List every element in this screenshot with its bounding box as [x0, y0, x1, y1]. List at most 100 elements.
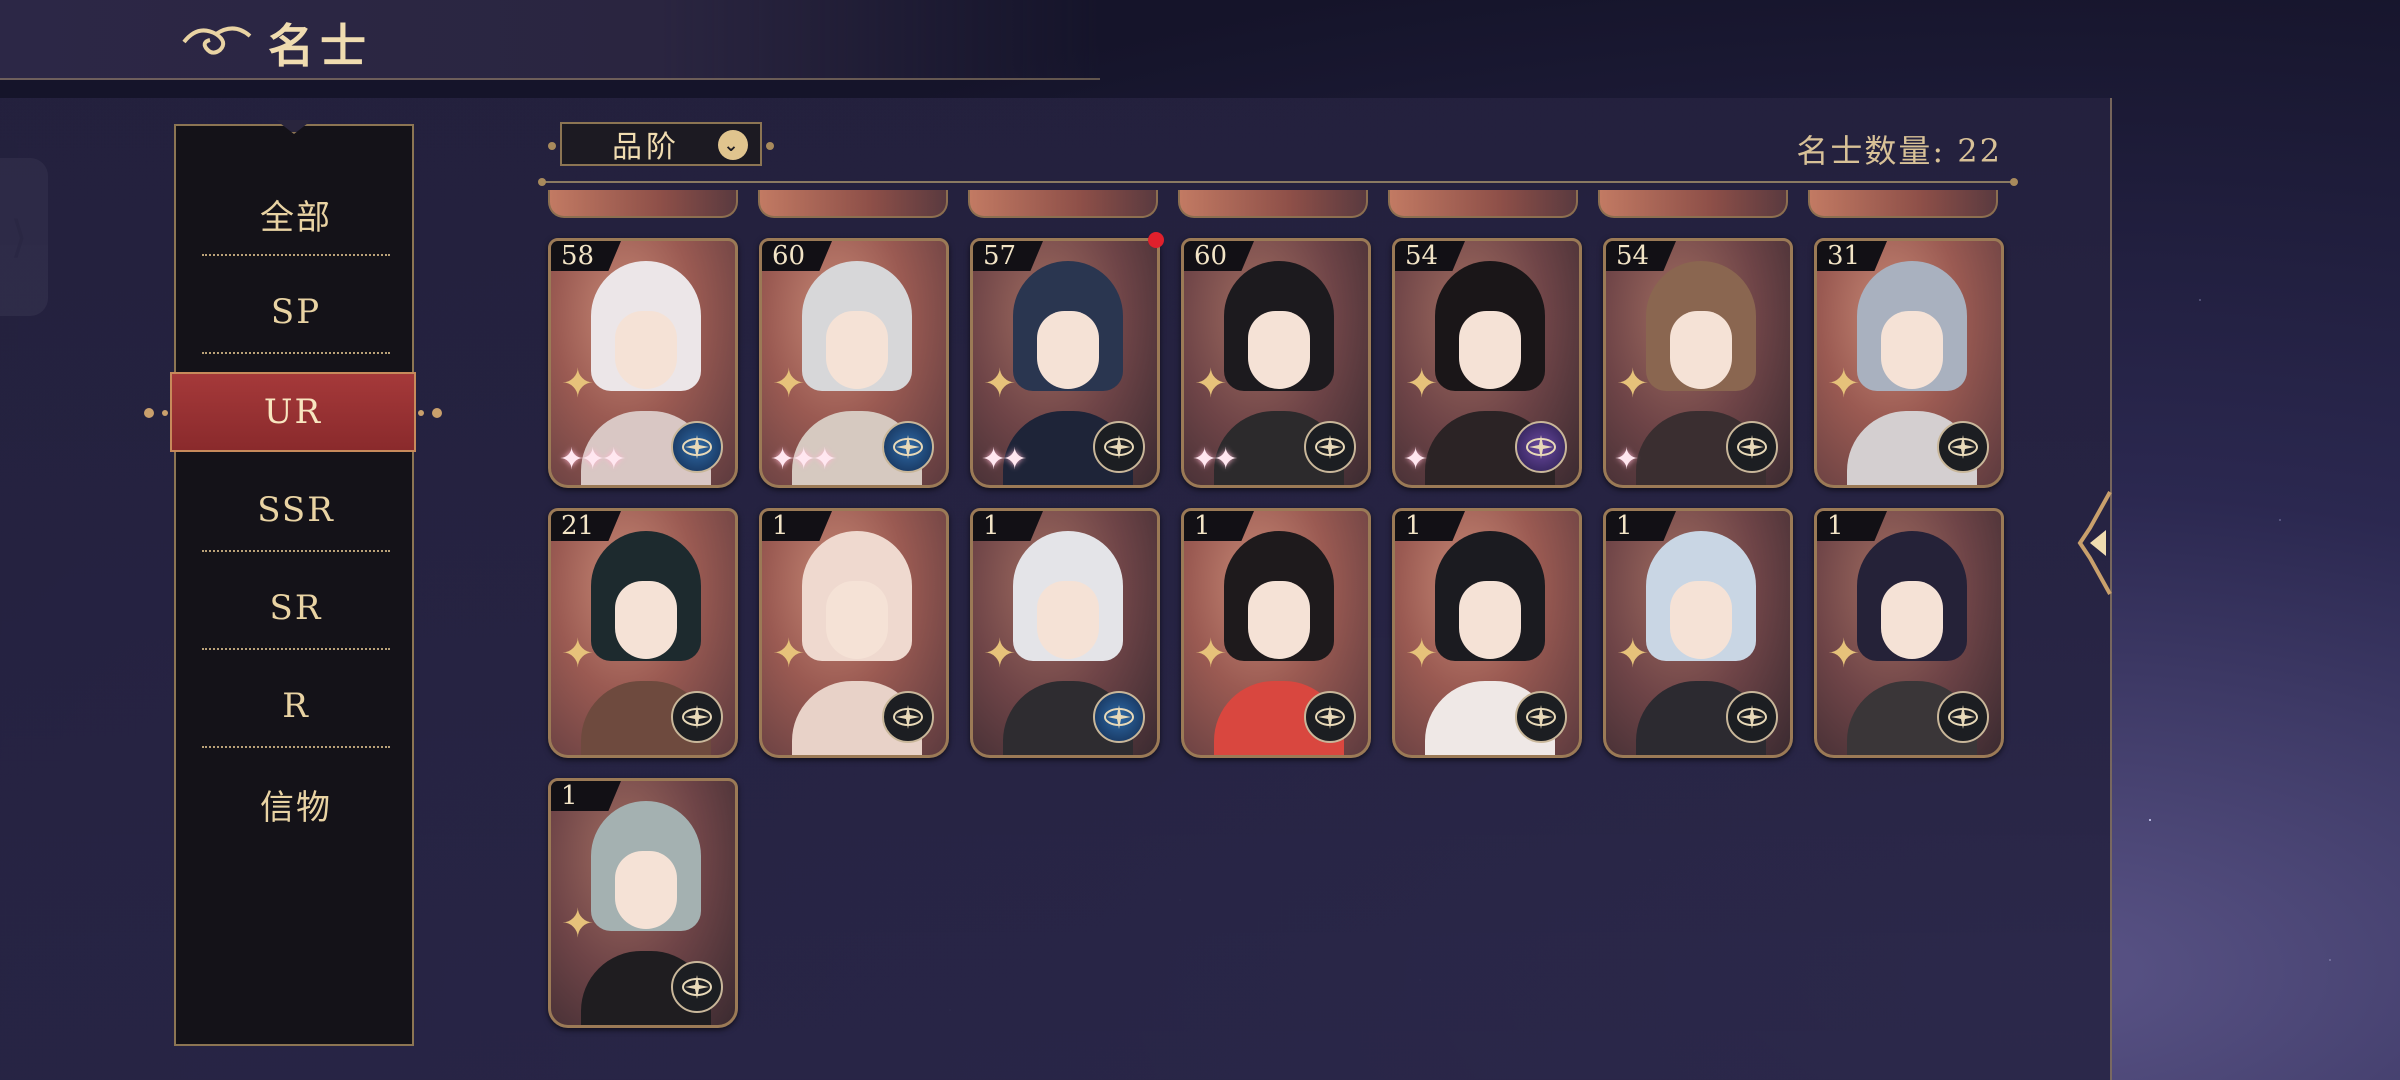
ornament-left	[548, 142, 556, 150]
sidebar-item-label: UR	[263, 392, 323, 432]
element-badge-icon	[1515, 421, 1567, 473]
portrait-face	[1881, 581, 1943, 659]
sidebar-item-all[interactable]: 全部	[176, 174, 416, 254]
portrait-face	[1459, 581, 1521, 659]
character-card-partial[interactable]	[1808, 190, 1998, 218]
sparkle-icon: ✦	[983, 631, 1017, 677]
portrait-face	[826, 581, 888, 659]
character-card[interactable]: ✦ 1	[1181, 508, 1371, 758]
awaken-stars: ✦✦	[981, 442, 1027, 477]
awaken-stars: ✦✦✦	[559, 442, 626, 477]
character-card[interactable]: ✦ 1	[1603, 508, 1793, 758]
character-card[interactable]: ✦ ✦✦ 60	[1181, 238, 1371, 488]
sparkle-icon: ✦	[561, 631, 595, 677]
element-badge-icon	[1304, 691, 1356, 743]
character-card[interactable]: ✦ 1	[1392, 508, 1582, 758]
character-card[interactable]: ✦ 1	[548, 778, 738, 1028]
divider	[202, 550, 390, 552]
element-badge-icon	[671, 421, 723, 473]
sparkle-icon: ✦	[1616, 361, 1650, 407]
portrait-face	[1670, 581, 1732, 659]
character-card[interactable]: ✦ ✦ 54	[1392, 238, 1582, 488]
portrait-face	[1881, 311, 1943, 389]
divider	[538, 178, 2018, 186]
ornament-right	[402, 408, 442, 418]
cloud-swirl-icon	[176, 14, 256, 64]
divider	[202, 746, 390, 748]
element-badge-icon	[1937, 421, 1989, 473]
sparkle-icon: ✦	[1194, 631, 1228, 677]
divider	[202, 352, 390, 354]
portrait-face	[615, 851, 677, 929]
sidebar-item-sr[interactable]: SR	[176, 568, 416, 648]
awaken-stars: ✦	[1614, 442, 1639, 477]
character-card[interactable]: ✦ 31	[1814, 238, 2004, 488]
portrait-face	[1037, 311, 1099, 389]
rarity-sidebar: 全部 SP UR SSR SR R 信物	[144, 120, 442, 1046]
sparkle-icon: ✦	[561, 901, 595, 947]
character-card[interactable]: ✦ ✦✦✦ 60	[759, 238, 949, 488]
element-badge-icon	[671, 961, 723, 1013]
top-header: 名士	[0, 0, 1100, 80]
element-badge-icon	[1726, 421, 1778, 473]
portrait-face	[1248, 311, 1310, 389]
element-badge-icon	[1515, 691, 1567, 743]
element-badge-icon	[1726, 691, 1778, 743]
portrait-face	[1037, 581, 1099, 659]
sidebar-item-ssr[interactable]: SSR	[176, 470, 416, 550]
sparkle-icon: ✦	[1827, 631, 1861, 677]
filter-label: 品阶	[612, 130, 680, 165]
character-count: 名士数量: 22	[1796, 132, 2002, 170]
character-card-partial[interactable]	[1178, 190, 1368, 218]
chevron-down-icon: ⌄	[718, 130, 748, 160]
sparkle-icon: ✦	[772, 361, 806, 407]
character-card[interactable]: ✦ 1	[759, 508, 949, 758]
collapse-arrow-icon[interactable]	[2076, 488, 2116, 598]
sparkle-icon: ✦	[1405, 631, 1439, 677]
sparkle-icon: ✦	[772, 631, 806, 677]
awaken-stars: ✦✦	[1192, 442, 1238, 477]
ornament-left	[144, 408, 184, 418]
portrait-face	[615, 581, 677, 659]
notification-dot	[1148, 232, 1164, 248]
character-card-partial[interactable]	[1388, 190, 1578, 218]
element-badge-icon	[671, 691, 723, 743]
character-card-partial[interactable]	[548, 190, 738, 218]
divider	[202, 254, 390, 256]
character-card[interactable]: ✦ ✦✦✦ 58	[548, 238, 738, 488]
sparkle-icon: ✦	[983, 361, 1017, 407]
character-card[interactable]: ✦ ✦✦ 57	[970, 238, 1160, 488]
character-card[interactable]: ✦ 21	[548, 508, 738, 758]
portrait-face	[1459, 311, 1521, 389]
portrait-face	[615, 311, 677, 389]
sparkle-icon: ✦	[1405, 361, 1439, 407]
element-badge-icon	[1093, 691, 1145, 743]
sparkle-icon: ✦	[1616, 631, 1650, 677]
element-badge-icon	[882, 421, 934, 473]
ornament-right	[766, 142, 774, 150]
sparkle-icon: ✦	[561, 361, 595, 407]
element-badge-icon	[1093, 421, 1145, 473]
sidebar-item-ur[interactable]: UR	[144, 372, 442, 452]
sparkle-icon: ✦	[1194, 361, 1228, 407]
page-title: 名士	[268, 19, 372, 73]
character-card-partial[interactable]	[1598, 190, 1788, 218]
rarity-filter-dropdown[interactable]: 品阶 ⌄	[548, 122, 774, 166]
character-card[interactable]: ✦ 1	[970, 508, 1160, 758]
sparkle-icon: ✦	[1827, 361, 1861, 407]
awaken-stars: ✦	[1403, 442, 1428, 477]
sidebar-item-keepsake[interactable]: 信物	[176, 764, 416, 844]
sidebar-item-r[interactable]: R	[176, 666, 416, 746]
character-card-partial[interactable]	[968, 190, 1158, 218]
portrait-face	[826, 311, 888, 389]
character-card[interactable]: ✦ 1	[1814, 508, 2004, 758]
divider	[202, 648, 390, 650]
element-badge-icon	[1937, 691, 1989, 743]
portrait-face	[1248, 581, 1310, 659]
partial-card-row	[548, 190, 1998, 218]
sidebar-item-sp[interactable]: SP	[176, 272, 416, 352]
sidebar-notch	[276, 120, 312, 134]
portrait-face	[1670, 311, 1732, 389]
character-card[interactable]: ✦ ✦ 54	[1603, 238, 1793, 488]
character-card-partial[interactable]	[758, 190, 948, 218]
